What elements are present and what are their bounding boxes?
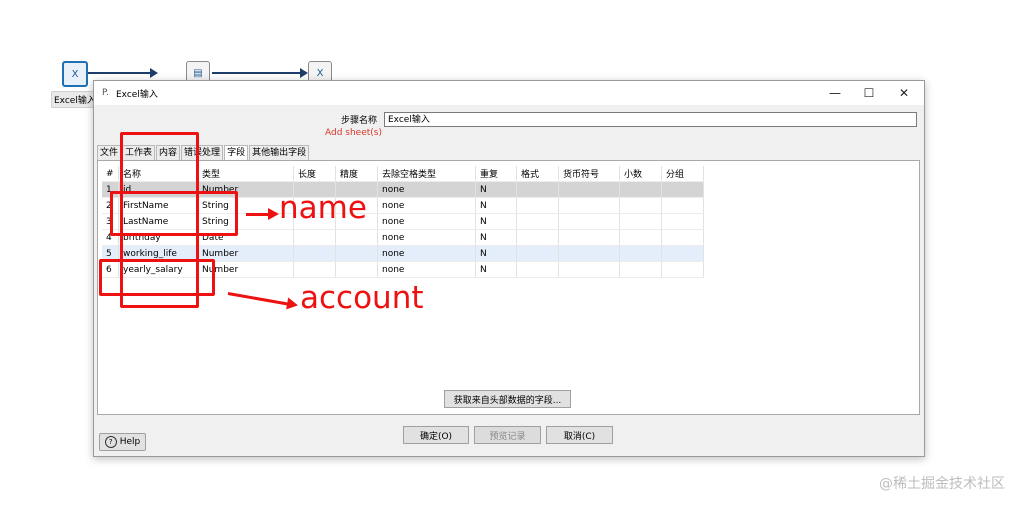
- excel-input-step-label: Excel输入: [51, 91, 99, 108]
- help-button[interactable]: ? Help: [99, 433, 146, 451]
- field-precision[interactable]: [335, 229, 378, 246]
- col-format[interactable]: 格式: [516, 166, 559, 182]
- minimize-button[interactable]: —: [820, 84, 850, 102]
- field-trim[interactable]: none: [377, 261, 476, 278]
- tab-fields[interactable]: 字段: [224, 145, 249, 161]
- watermark: @稀土掘金技术社区: [879, 476, 1005, 492]
- field-repeat[interactable]: N: [475, 181, 517, 198]
- col-num[interactable]: #: [102, 166, 119, 182]
- annotation-box-name-rows: [110, 191, 238, 236]
- field-repeat[interactable]: N: [475, 245, 517, 262]
- field-trim[interactable]: none: [377, 181, 476, 198]
- dialog-title: Excel输入: [116, 90, 158, 100]
- col-type[interactable]: 类型: [197, 166, 294, 182]
- step-name-input[interactable]: Excel输入: [384, 112, 917, 127]
- annotation-account-text: account: [300, 280, 424, 316]
- field-length[interactable]: [293, 245, 336, 262]
- help-label: Help: [119, 437, 141, 447]
- add-sheets-link[interactable]: Add sheet(s): [325, 128, 382, 138]
- hop-arrow: [212, 68, 308, 78]
- field-repeat[interactable]: N: [475, 197, 517, 214]
- ok-button[interactable]: 确定(O): [403, 426, 469, 444]
- get-fields-button[interactable]: 获取来自头部数据的字段...: [444, 390, 571, 408]
- tab-other-output-fields[interactable]: 其他输出字段: [249, 145, 310, 161]
- annotation-box-salary-row: [99, 259, 215, 296]
- cancel-button[interactable]: 取消(C): [546, 426, 613, 444]
- hop-arrow: [88, 68, 158, 78]
- field-repeat[interactable]: N: [475, 213, 517, 230]
- field-trim[interactable]: none: [377, 245, 476, 262]
- preview-button[interactable]: 预览记录: [474, 426, 541, 444]
- field-trim[interactable]: none: [377, 213, 476, 230]
- col-precision[interactable]: 精度: [335, 166, 378, 182]
- field-trim[interactable]: none: [377, 229, 476, 246]
- dialog-titlebar: P. Excel输入 — ☐ ✕: [94, 81, 924, 105]
- col-trim-type[interactable]: 去除空格类型: [377, 166, 476, 182]
- maximize-button[interactable]: ☐: [854, 84, 884, 102]
- field-trim[interactable]: none: [377, 197, 476, 214]
- field-repeat[interactable]: N: [475, 229, 517, 246]
- annotation-arrow-name: [246, 208, 279, 220]
- app-icon: P.: [102, 88, 109, 98]
- col-length[interactable]: 长度: [293, 166, 336, 182]
- field-length[interactable]: [293, 229, 336, 246]
- close-button[interactable]: ✕: [889, 84, 919, 102]
- annotation-name-text: name: [279, 190, 367, 226]
- help-icon: ?: [104, 436, 117, 448]
- field-length[interactable]: [293, 261, 336, 278]
- col-currency[interactable]: 货币符号: [558, 166, 620, 182]
- excel-input-dialog: P. Excel输入 — ☐ ✕ 步骤名称 Excel输入 Add sheet(…: [93, 80, 925, 457]
- excel-input-step-icon[interactable]: X: [62, 61, 88, 87]
- col-repeat[interactable]: 重复: [475, 166, 517, 182]
- col-decimal[interactable]: 小数: [619, 166, 662, 182]
- col-group[interactable]: 分组: [661, 166, 704, 182]
- field-precision[interactable]: [335, 245, 378, 262]
- field-repeat[interactable]: N: [475, 261, 517, 278]
- tab-file[interactable]: 文件: [97, 145, 122, 161]
- field-precision[interactable]: [335, 261, 378, 278]
- step-name-label: 步骤名称: [341, 116, 378, 126]
